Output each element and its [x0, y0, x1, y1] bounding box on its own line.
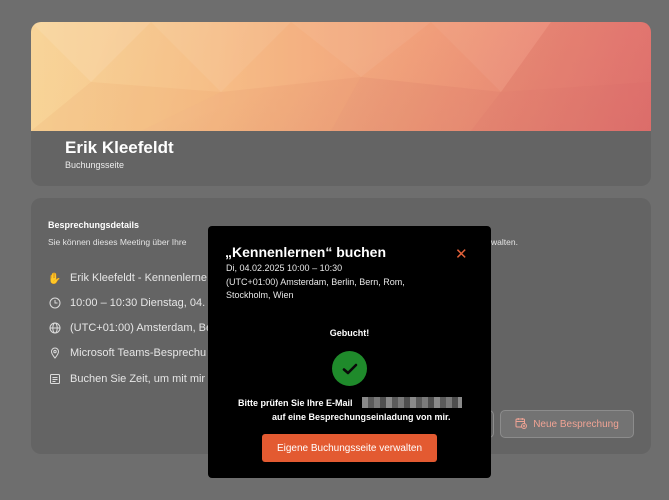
booking-status: Gebucht! — [329, 328, 370, 338]
dialog-title: „Kennenlernen“ buchen — [225, 244, 387, 260]
new-meeting-label: Neue Besprechung — [533, 418, 619, 430]
detail-row-title: ✋ Erik Kleefeldt - Kennenlerne — [48, 270, 207, 286]
detail-row-time: 10:00 – 10:30 Dienstag, 04. F — [48, 295, 215, 311]
clock-icon — [48, 297, 61, 310]
detail-text: Microsoft Teams-Besprechu — [70, 347, 207, 359]
details-heading: Besprechungsdetails — [48, 220, 140, 230]
profile-banner — [31, 22, 651, 131]
detail-row-location: Microsoft Teams-Besprechu — [48, 345, 206, 361]
detail-text: 10:00 – 10:30 Dienstag, 04. F — [70, 297, 215, 309]
notes-icon — [48, 373, 61, 386]
manage-booking-page-button[interactable]: Eigene Buchungsseite verwalten — [262, 434, 437, 462]
owner-name: Erik Kleefeldt — [65, 138, 174, 157]
banner-pattern — [31, 22, 651, 131]
calendar-add-icon — [515, 417, 528, 432]
new-meeting-button[interactable]: Neue Besprechung — [500, 410, 634, 438]
page-subtitle: Buchungsseite — [65, 160, 125, 170]
redacted-email — [362, 397, 462, 408]
detail-text: (UTC+01:00) Amsterdam, Be — [70, 322, 213, 334]
checkmark-icon — [332, 351, 367, 386]
location-pin-icon — [48, 347, 61, 360]
detail-text: Erik Kleefeldt - Kennenlerne — [70, 272, 207, 284]
dialog-timezone: (UTC+01:00) Amsterdam, Berlin, Bern, Rom… — [226, 277, 405, 300]
globe-icon — [48, 322, 61, 335]
dialog-datetime: Di, 04.02.2025 10:00 – 10:30 — [226, 263, 343, 273]
confirmation-message-line2: auf eine Besprechungseinladung von mir. — [272, 412, 451, 422]
waving-hand-icon: ✋ — [47, 272, 62, 285]
close-icon[interactable]: ✕ — [455, 245, 468, 263]
detail-row-notes: Buchen Sie Zeit, um mit mir — [48, 371, 205, 387]
confirmation-message-line1: Bitte prüfen Sie Ihre E-Mail — [238, 398, 353, 408]
details-description-tail: walten. — [491, 237, 518, 247]
detail-text: Buchen Sie Zeit, um mit mir — [70, 373, 206, 385]
details-description: Sie können dieses Meeting über Ihre — [48, 237, 187, 247]
detail-row-timezone: (UTC+01:00) Amsterdam, Be — [48, 320, 212, 336]
